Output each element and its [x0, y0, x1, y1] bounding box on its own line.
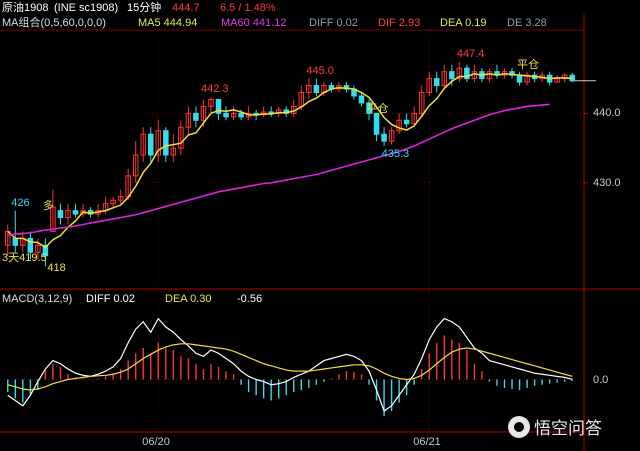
diff-line — [7, 317, 573, 412]
ma-legend-item: MA5 444.94 — [138, 17, 198, 29]
ma-legend-item: DIF 2.93 — [378, 17, 421, 29]
candle-body — [238, 112, 244, 118]
watermark-text: 悟空问答 — [534, 419, 602, 438]
price-annotation: 447.4 — [456, 47, 485, 60]
watermark: 悟空问答 — [508, 414, 602, 439]
price-tick-label: 440.0 — [593, 107, 621, 120]
header-item: 原油1908 — [2, 2, 49, 14]
candle-body — [148, 133, 154, 156]
candle-body — [163, 130, 169, 156]
candle-body — [313, 85, 320, 94]
candle-body — [223, 112, 229, 118]
header-item: 6.5 / 1.48% — [220, 2, 276, 14]
candle-body — [72, 210, 79, 215]
macd-legend-item: -0.56 — [237, 293, 263, 305]
ma-legend-item: DEA 0.19 — [440, 17, 487, 29]
price-annotation: 418 — [47, 262, 66, 275]
header-item: 15分钟 — [127, 2, 162, 14]
price-annotation: 平仓 — [366, 102, 389, 115]
time-tick-label: 06/21 — [413, 436, 441, 448]
candle-body — [57, 210, 64, 219]
price-annotation: 多 — [42, 200, 54, 213]
price-annotation: 435.3 — [381, 147, 410, 160]
candle-body — [403, 119, 410, 125]
candle-body — [449, 71, 455, 80]
price-annotation: 442.3 — [200, 83, 229, 96]
candle-body — [12, 237, 19, 246]
ma60-line — [7, 103, 550, 236]
wukong-logo-icon — [508, 415, 530, 438]
candle-body — [193, 112, 199, 121]
header-item: 444.7 — [172, 2, 200, 14]
macd-legend-item: MACD(3,12,9) — [2, 293, 73, 305]
ma-legend-item: MA组合(0,5,60,0,0,0) — [2, 17, 106, 29]
candle-body — [373, 112, 380, 135]
macd-legend-item: DEA 0.30 — [165, 293, 212, 305]
ma-legend-item: MA60 441.12 — [221, 17, 287, 29]
dea-line — [7, 343, 573, 391]
candle-body — [381, 133, 387, 142]
candle-body — [434, 78, 440, 87]
price-annotation: 445.0 — [306, 64, 334, 77]
ma-legend-item: DIFF 0.02 — [309, 17, 358, 29]
macd-tick-label: 0.0 — [593, 373, 609, 386]
time-tick-label: 06/20 — [142, 436, 170, 448]
price-annotation: 426 — [11, 196, 30, 209]
price-annotation: 3天419.5 — [2, 251, 47, 264]
ma-legend-item: DE 3.28 — [507, 17, 547, 29]
price-annotation: 平仓 — [517, 59, 540, 72]
header-item: (INE sc1908) — [54, 2, 119, 14]
price-tick-label: 430.0 — [593, 176, 621, 189]
candle-body — [358, 95, 365, 104]
ma5-line — [7, 72, 573, 249]
candle-body — [516, 74, 523, 83]
macd-legend-item: DIFF 0.02 — [86, 293, 135, 305]
